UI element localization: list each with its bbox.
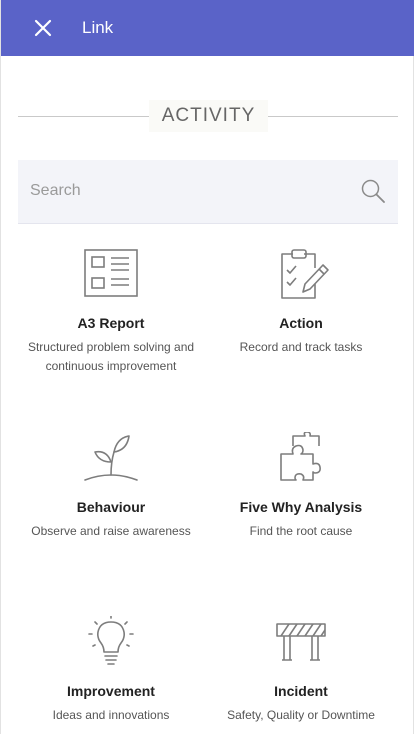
activity-tile-improvement[interactable]: Improvement Ideas and innovations xyxy=(16,616,206,725)
search-icon[interactable] xyxy=(359,177,387,205)
clipboard-check-icon xyxy=(281,249,329,299)
top-app-bar: Link xyxy=(1,0,414,56)
activity-description: Structured problem solving and continuou… xyxy=(27,340,195,373)
activity-name: Action xyxy=(279,315,323,331)
activity-description: Record and track tasks xyxy=(239,340,363,354)
activity-tile-a3-report[interactable]: A3 Report Structured problem solving and… xyxy=(16,248,206,376)
search-input[interactable] xyxy=(30,160,350,222)
activity-name: Improvement xyxy=(67,683,155,699)
activity-description: Observe and raise awareness xyxy=(31,524,191,538)
activity-tile-five-why-analysis[interactable]: Five Why Analysis Find the root cause xyxy=(206,432,396,541)
link-dialog: Link ACTIVITY A3 Report Structured probl… xyxy=(0,0,414,734)
activity-name: A3 Report xyxy=(77,315,145,331)
activity-name: Behaviour xyxy=(76,499,146,515)
activity-description: Safety, Quality or Downtime xyxy=(227,708,375,722)
puzzle-icon xyxy=(280,432,321,481)
activity-tile-incident[interactable]: Incident Safety, Quality or Downtime xyxy=(206,616,396,725)
divider-left xyxy=(18,116,149,117)
sprout-icon xyxy=(84,435,138,481)
barrier-icon xyxy=(276,623,326,661)
close-icon xyxy=(34,19,52,37)
search-box xyxy=(18,160,398,224)
lightbulb-icon xyxy=(88,616,134,665)
activity-description: Find the root cause xyxy=(249,524,353,538)
activity-tile-action[interactable]: Action Record and track tasks xyxy=(206,248,396,357)
divider-right xyxy=(268,116,398,117)
section-heading-label: ACTIVITY xyxy=(149,100,268,132)
activity-tile-behaviour[interactable]: Behaviour Observe and raise awareness xyxy=(16,432,206,541)
activity-name: Incident xyxy=(274,683,328,699)
close-button[interactable] xyxy=(29,14,57,42)
section-heading: ACTIVITY xyxy=(18,100,398,132)
dialog-title: Link xyxy=(82,18,114,37)
report-icon xyxy=(84,249,138,297)
activity-name: Five Why Analysis xyxy=(239,499,363,515)
activity-description: Ideas and innovations xyxy=(52,708,170,722)
